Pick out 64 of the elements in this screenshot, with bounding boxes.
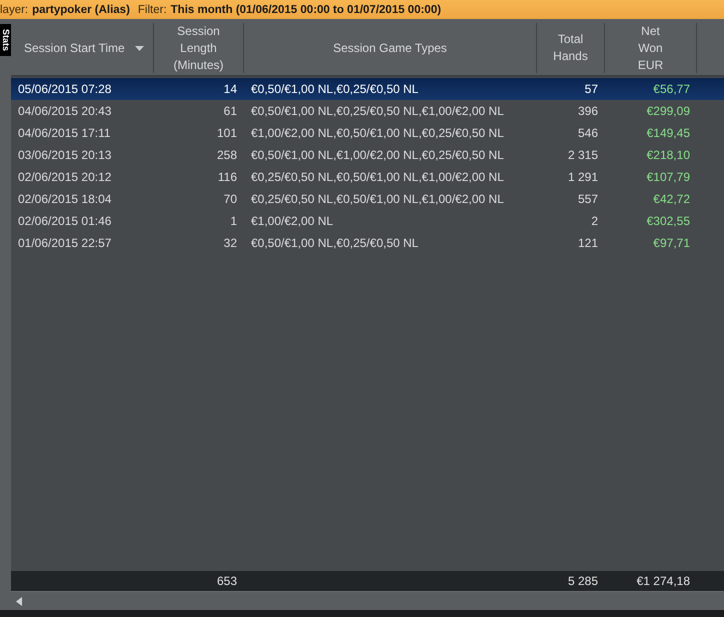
total-cell-text: €1 274,18	[636, 574, 691, 588]
table-cell-text: 02/06/2015 20:12	[17, 170, 112, 184]
table-cell-text: 396	[576, 104, 599, 118]
horizontal-scrollbar[interactable]	[11, 591, 724, 610]
table-cell-text: 2	[590, 214, 599, 228]
table-cell-text: €302,55	[646, 214, 691, 228]
sort-arrow-icon	[134, 46, 144, 50]
table-row[interactable]: 02/06/2015 18:04 70 €0,25/€0,50 NL,€0,50/€1,00 NL,€1,00/€2,00 NL 557 €42,72	[11, 188, 724, 210]
table-cell-text: 258	[216, 148, 238, 162]
table-cell-text: €107,79	[646, 170, 691, 184]
table-row[interactable]: 03/06/2015 20:13 258 €0,50/€1,00 NL,€1,00/€2,00 NL,€0,25/€0,50 NL 2 315 €218,10	[11, 144, 724, 166]
column-header[interactable]: Session Length (Minutes)	[154, 23, 244, 73]
table-cell-text: 57	[584, 82, 599, 96]
column-header[interactable]: Net Won EUR	[605, 23, 697, 73]
table-cell-text: €56,77	[652, 82, 691, 96]
table-cell-text: 14	[222, 82, 238, 96]
table-cell-text: €0,50/€1,00 NL,€0,25/€0,50 NL	[250, 236, 420, 250]
column-header[interactable]: Session Start Time	[11, 23, 154, 73]
table-cell-text: €149,45	[646, 126, 691, 140]
filter-label: Filter:	[138, 4, 167, 16]
table-cell-text: 116	[216, 170, 238, 184]
table-cell-text: 557	[576, 192, 599, 206]
table-cell-text: 03/06/2015 20:13	[17, 148, 112, 162]
table-cell-text: €42,72	[652, 192, 691, 206]
table-cell-text: 1 291	[566, 170, 599, 184]
scroll-left-icon[interactable]	[16, 596, 22, 606]
table-cell-text: 32	[222, 236, 238, 250]
table-row[interactable]: 02/06/2015 20:12 116 €0,25/€0,50 NL,€0,50/€1,00 NL,€1,00/€2,00 NL 1 291 €107,79	[11, 166, 724, 188]
table-cell-text: 05/06/2015 07:28	[17, 82, 112, 96]
total-cell-text: 653	[216, 574, 238, 588]
stats-tab[interactable]: Stats	[0, 24, 11, 56]
table-cell-text: €1,00/€2,00 NL,€0,50/€1,00 NL,€0,25/€0,50 NL	[250, 126, 505, 140]
table-row[interactable]: 02/06/2015 01:46 1 €1,00/€2,00 NL 2 €302,55	[11, 210, 724, 232]
table-cell-text: €0,50/€1,00 NL,€0,25/€0,50 NL,€1,00/€2,00 NL	[250, 104, 505, 118]
filter-value: This month (01/06/2015 00:00 to 01/07/2015 00:00)	[170, 4, 442, 16]
table-row[interactable]: 05/06/2015 07:28 14 €0,50/€1,00 NL,€0,25/€0,50 NL 57 €56,77	[11, 78, 724, 100]
table-cell-text: €0,50/€1,00 NL,€0,25/€0,50 NL	[250, 82, 420, 96]
table-cell-text: €0,25/€0,50 NL,€0,50/€1,00 NL,€1,00/€2,00 NL	[250, 170, 505, 184]
table-cell-text: 02/06/2015 18:04	[17, 192, 112, 206]
table-cell-text: €0,25/€0,50 NL,€0,50/€1,00 NL,€1,00/€2,00 NL	[250, 192, 505, 206]
table-cell-text: 1	[229, 214, 238, 228]
table-cell-text: €299,09	[646, 104, 691, 118]
table-row[interactable]: 04/06/2015 20:43 61 €0,50/€1,00 NL,€0,25/€0,50 NL,€1,00/€2,00 NL 396 €299,09	[11, 100, 724, 122]
table-row[interactable]: 04/06/2015 17:11 101 €1,00/€2,00 NL,€0,50/€1,00 NL,€0,25/€0,50 NL 546 €149,45	[11, 122, 724, 144]
table-cell-text: 01/06/2015 22:57	[17, 236, 112, 250]
table-cell-text: 04/06/2015 20:43	[17, 104, 112, 118]
table-cell-text: 61	[222, 104, 238, 118]
table-cell-text: €0,50/€1,00 NL,€1,00/€2,00 NL,€0,25/€0,50 NL	[250, 148, 505, 162]
column-header[interactable]: Total Hands	[537, 23, 605, 73]
column-header[interactable]: Session Game Types	[244, 23, 537, 73]
table-cell-text: €97,71	[652, 236, 691, 250]
player-label: layer:	[0, 4, 28, 16]
player-name: partypoker (Alias)	[32, 4, 130, 16]
table-cell-text: 70	[222, 192, 238, 206]
table-cell-text: 121	[576, 236, 599, 250]
table-cell-text: €1,00/€2,00 NL	[250, 214, 334, 228]
table-cell-text: 04/06/2015 17:11	[17, 126, 112, 140]
total-cell-text: 5 285	[566, 574, 599, 588]
table-cell-text: €218,10	[646, 148, 691, 162]
table-cell-text: 2 315	[566, 148, 599, 162]
table-cell-text: 546	[576, 126, 599, 140]
table-cell-text: 02/06/2015 01:46	[17, 214, 112, 228]
table-cell-text: 101	[216, 126, 238, 140]
table-row[interactable]: 01/06/2015 22:57 32 €0,50/€1,00 NL,€0,25/€0,50 NL 121 €97,71	[11, 232, 724, 254]
